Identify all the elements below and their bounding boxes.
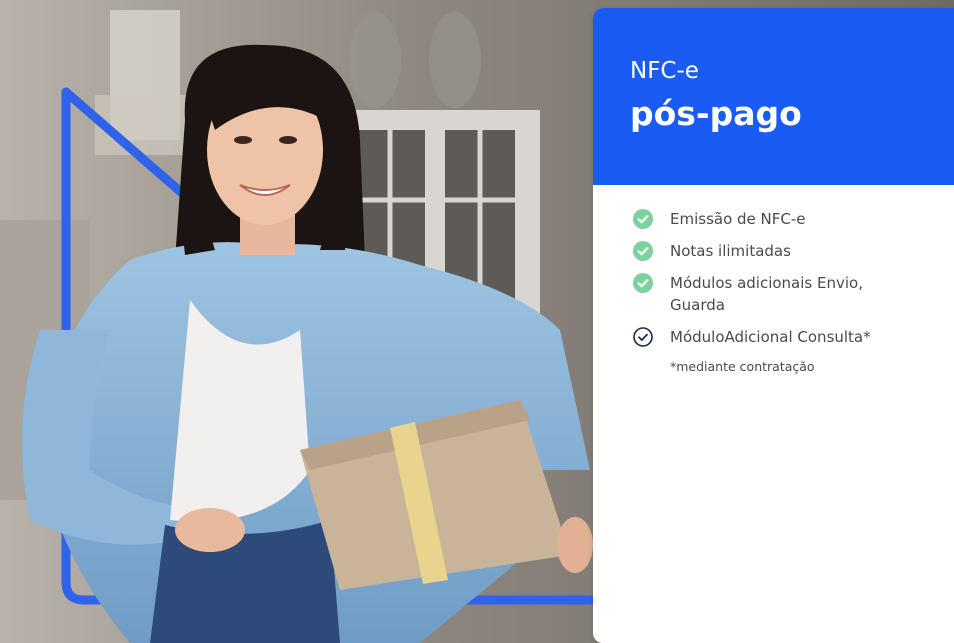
plan-card-header: NFC-e pós-pago bbox=[593, 8, 954, 185]
feature-item: Módulos adicionais Envio, Guarda bbox=[632, 272, 954, 316]
plan-card: NFC-e pós-pago Emissão de NFC-e Notas il… bbox=[593, 8, 954, 643]
check-circle-filled-icon bbox=[633, 209, 653, 229]
feature-item: MóduloAdicional Consulta* bbox=[632, 326, 954, 348]
feature-item: Notas ilimitadas bbox=[632, 240, 954, 262]
feature-label: Emissão de NFC-e bbox=[670, 210, 806, 228]
feature-list: Emissão de NFC-e Notas ilimitadas Módulo… bbox=[593, 185, 954, 348]
check-circle-outline-icon bbox=[633, 327, 653, 347]
feature-label: Módulos adicionais Envio, Guarda bbox=[670, 274, 863, 314]
feature-label: Notas ilimitadas bbox=[670, 242, 791, 260]
footnote: *mediante contratação bbox=[670, 359, 815, 374]
feature-item: Emissão de NFC-e bbox=[632, 208, 954, 230]
check-circle-filled-icon bbox=[633, 273, 653, 293]
check-circle-filled-icon bbox=[633, 241, 653, 261]
plan-title: pós-pago bbox=[630, 94, 802, 133]
plan-category: NFC-e bbox=[630, 58, 699, 84]
feature-label: MóduloAdicional Consulta* bbox=[670, 328, 871, 346]
